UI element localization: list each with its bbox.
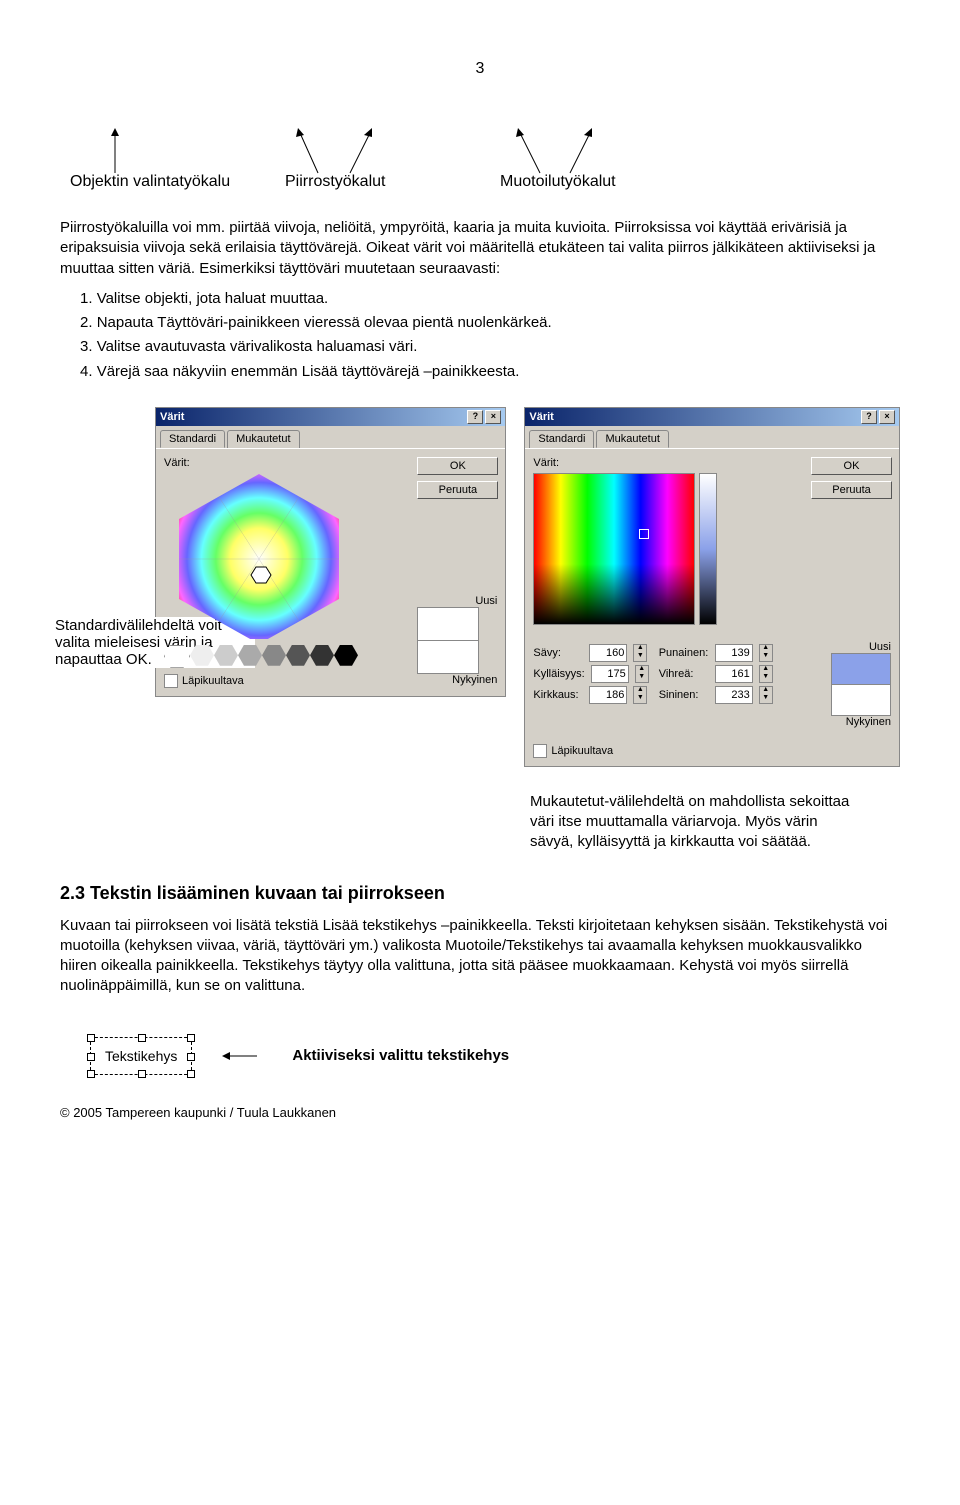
drawing-tools-label: Piirrostyökalut [285,173,385,191]
step-4: Värejä saa näkyviin enemmän Lisää täyttö… [80,362,900,382]
red-label: Punainen: [659,647,709,659]
gradient-color-picker[interactable] [533,473,695,625]
green-input[interactable]: 161 [715,665,753,683]
picker-crosshair[interactable] [639,529,649,539]
red-spinner[interactable]: ▲▼ [759,644,773,662]
intro-paragraph: Piirrostyökaluilla voi mm. piirtää viivo… [60,218,900,279]
new-label: Uusi [417,595,497,607]
section-2-3-heading: 2.3 Tekstin lisääminen kuvaan tai piirro… [60,883,900,904]
steps-list: Valitse objekti, jota haluat muuttaa. Na… [80,289,900,382]
transparent-label-2: Läpikuultava [551,745,613,757]
colors-dialog-custom: Värit ? × Standardi Mukautetut Värit: [524,407,900,767]
hue-spinner[interactable]: ▲▼ [633,644,647,662]
lum-input[interactable]: 186 [589,686,627,704]
red-input[interactable]: 139 [715,644,753,662]
current-label-2: Nykyinen [831,716,891,728]
textframe-text: Tekstikehys [105,1048,177,1064]
cancel-button[interactable]: Peruuta [417,481,498,499]
cancel-button-2[interactable]: Peruuta [811,481,892,499]
step-3: Valitse avautuvasta värivalikosta haluam… [80,337,900,357]
ok-button[interactable]: OK [417,457,498,475]
blue-spinner[interactable]: ▲▼ [759,686,773,704]
close-button-2[interactable]: × [879,410,895,424]
current-color-swatch [417,641,479,674]
tab-custom-2[interactable]: Mukautetut [596,430,668,448]
hue-input[interactable]: 160 [589,644,627,662]
transparent-label: Läpikuultava [182,675,244,687]
sat-spinner[interactable]: ▲▼ [635,665,649,683]
luminance-slider[interactable] [699,473,717,625]
transparent-checkbox-2[interactable] [533,744,547,758]
current-label: Nykyinen [417,674,497,686]
step-2: Napauta Täyttöväri-painikkeen vieressä o… [80,313,900,333]
section-2-3-body: Kuvaan tai piirrokseen voi lisätä teksti… [60,916,900,997]
page-number: 3 [60,60,900,78]
lum-label: Kirkkaus: [533,689,583,701]
footer-copyright: © 2005 Tampereen kaupunki / Tuula Laukka… [60,1105,900,1120]
dialog-title: Värit [160,411,184,423]
grayscale-row[interactable] [164,645,407,668]
transparent-checkbox[interactable] [164,674,178,688]
blue-label: Sininen: [659,689,709,701]
sat-label: Kylläisyys: [533,668,584,680]
textframe-sample[interactable]: Tekstikehys [90,1037,192,1075]
help-button[interactable]: ? [467,410,483,424]
green-label: Vihreä: [659,668,709,680]
tab-custom[interactable]: Mukautetut [227,430,299,448]
lum-spinner[interactable]: ▲▼ [633,686,647,704]
new-color-swatch-2 [831,653,891,685]
ok-button-2[interactable]: OK [811,457,892,475]
colors-label: Värit: [164,457,407,469]
textframe-callout: Aktiiviseksi valittu tekstikehys [292,1046,509,1066]
current-color-swatch-2 [831,685,891,716]
tab-standard[interactable]: Standardi [160,430,225,448]
formatting-tools-label: Muotoilutyökalut [500,173,616,191]
new-label-2: Uusi [831,641,891,653]
custom-tab-callout: Mukautetut-välilehdeltä on mahdollista s… [530,792,860,853]
new-color-swatch [417,607,479,641]
colors-dialog-standard: Värit ? × Standardi Mukautetut Värit: [155,407,506,697]
hue-label: Sävy: [533,647,583,659]
colors-label-2: Värit: [533,457,803,469]
step-1: Valitse objekti, jota haluat muuttaa. [80,289,900,309]
tab-standard-2[interactable]: Standardi [529,430,594,448]
close-button[interactable]: × [485,410,501,424]
green-spinner[interactable]: ▲▼ [759,665,773,683]
dialog-title-2: Värit [529,411,553,423]
hex-color-picker[interactable] [164,469,354,639]
selection-tool-label: Objektin valintatyökalu [70,173,230,191]
sat-input[interactable]: 175 [591,665,629,683]
arrow-icon [222,1041,262,1071]
blue-input[interactable]: 233 [715,686,753,704]
help-button-2[interactable]: ? [861,410,877,424]
